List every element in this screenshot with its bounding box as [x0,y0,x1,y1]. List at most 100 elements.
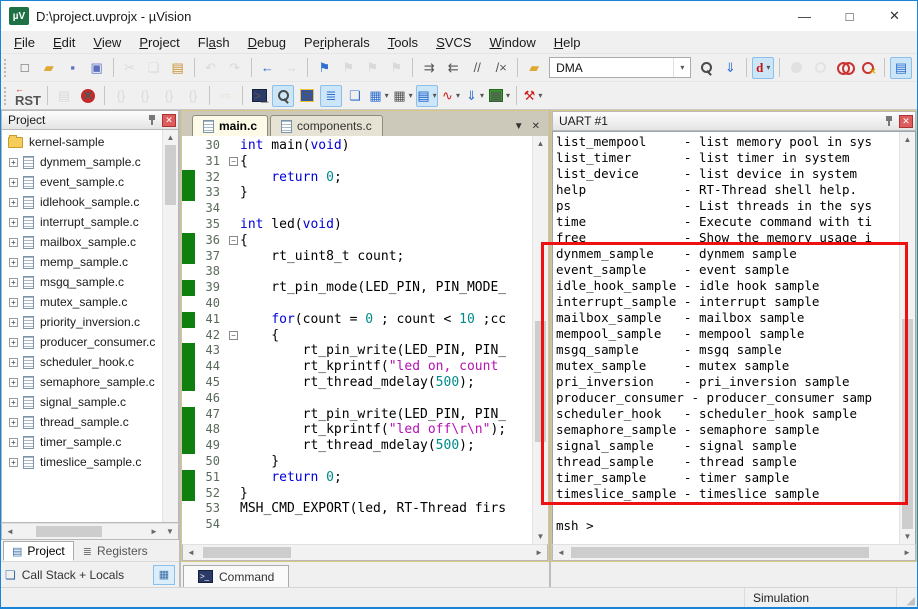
fold-collapse-icon[interactable]: − [229,236,238,246]
expand-icon[interactable]: + [9,217,18,227]
menu-peripherals[interactable]: Peripherals [295,32,379,53]
tree-item-semaphore_sample-c[interactable]: + semaphore_sample.c [2,372,162,392]
save-all-icon[interactable]: ▣ [86,57,108,79]
run-to-line-icon[interactable]: {} [182,85,204,107]
open-file-icon[interactable]: ▰ [38,57,60,79]
copy-icon[interactable]: ❏ [143,57,165,79]
trace-window-icon[interactable]: ⇓ ▾ [464,85,486,107]
scroll-right-icon[interactable]: ► [531,545,547,560]
find-files-folder-icon[interactable]: ▰ [523,57,545,79]
new-file-icon[interactable]: □ [14,57,36,79]
scroll-down-icon[interactable]: ▼ [162,524,178,539]
scroll-thumb[interactable] [165,145,176,205]
navigate-forward-icon[interactable]: → [280,57,302,79]
logic-analyzer-icon[interactable]: ∿ ▾ [440,85,462,107]
fold-collapse-icon[interactable]: − [229,330,238,340]
scroll-up-icon[interactable]: ▲ [163,130,178,145]
tree-item-timeslice_sample-c[interactable]: + timeslice_sample.c [2,452,162,472]
uart-terminal[interactable]: list_mempool - list memory pool in sys li… [552,131,916,544]
tab-project[interactable]: ▤ Project [3,541,74,561]
command-window-icon[interactable] [248,85,270,107]
menu-file[interactable]: File [5,32,44,53]
project-vertical-scrollbar[interactable]: ▲ [162,130,178,522]
save-file-icon[interactable]: ▪ [62,57,84,79]
menu-svcs[interactable]: SVCS [427,32,480,53]
comment-icon[interactable]: // [466,57,488,79]
find-next-icon[interactable]: ⇓ [719,57,741,79]
undo-icon[interactable]: ↶ [200,57,222,79]
scroll-thumb[interactable] [571,547,869,558]
tree-item-mailbox_sample-c[interactable]: + mailbox_sample.c [2,232,162,252]
scroll-up-icon[interactable]: ▲ [533,136,548,151]
expand-icon[interactable]: + [9,337,18,347]
doc-tab-main-c[interactable]: main.c [192,115,269,136]
expand-icon[interactable]: + [9,437,18,447]
menu-help[interactable]: Help [545,32,590,53]
bookmark-clear-icon[interactable]: ⚑ [385,57,407,79]
disable-all-breakpoints-icon[interactable] [833,57,855,79]
callstack-bar[interactable]: ❏ Call Stack + Locals ▦ [1,562,179,587]
editor-horizontal-scrollbar[interactable]: ◄ ► [182,544,548,561]
pin-icon[interactable] [883,115,895,127]
redo-icon[interactable]: ↷ [224,57,246,79]
expand-icon[interactable]: + [9,257,18,267]
menu-flash[interactable]: Flash [189,32,239,53]
quick-find-icon[interactable]: d ▾ [752,56,775,79]
close-panel-icon[interactable]: ✕ [162,113,176,127]
doc-tab-components-c[interactable]: components.c [270,115,383,136]
kill-all-breakpoints-icon[interactable] [857,57,879,79]
show-next-statement-icon[interactable]: ▤ [53,85,75,107]
tab-list-dropdown-icon[interactable]: ▼ [514,121,524,132]
memory-window-icon[interactable]: ▦ ▾ [392,85,414,107]
menu-edit[interactable]: Edit [44,32,84,53]
tree-item-scheduler_hook-c[interactable]: + scheduler_hook.c [2,352,162,372]
close-panel-icon[interactable]: ✕ [899,114,913,128]
close-document-icon[interactable]: ✕ [532,121,540,132]
maximize-button[interactable]: □ [827,2,872,31]
expand-icon[interactable]: + [9,157,18,167]
menu-project[interactable]: Project [130,32,188,53]
insert-breakpoint-icon[interactable] [785,57,807,79]
tree-root[interactable]: kernel-sample [2,132,162,152]
serial-window-icon[interactable]: ▤ ▾ [416,84,438,107]
scroll-right-icon[interactable]: ► [899,545,915,560]
search-dropdown-icon[interactable]: ▾ [673,58,690,77]
memory-window-icon[interactable]: ▦ [153,564,175,585]
scroll-thumb[interactable] [535,321,546,443]
menu-debug[interactable]: Debug [239,32,295,53]
menu-window[interactable]: Window [480,32,544,53]
run-icon[interactable]: ⇨ [215,85,237,107]
indent-icon[interactable]: ⇉ [418,57,440,79]
tree-item-mutex_sample-c[interactable]: + mutex_sample.c [2,292,162,312]
uncomment-icon[interactable]: /× [490,57,512,79]
expand-icon[interactable]: + [9,357,18,367]
expand-icon[interactable]: + [9,397,18,407]
cut-icon[interactable]: ✂ [119,57,141,79]
bookmark-flag-icon[interactable]: ⚑ [313,57,335,79]
project-horizontal-scrollbar[interactable]: ◄ ► ▼ [1,523,179,540]
tree-item-dynmem_sample-c[interactable]: + dynmem_sample.c [2,152,162,172]
bookmark-prev-icon[interactable]: ⚑ [361,57,383,79]
menu-tools[interactable]: Tools [379,32,427,53]
close-button[interactable]: ✕ [872,2,917,31]
expand-icon[interactable]: + [9,297,18,307]
registers-window-icon[interactable]: ≣ [320,84,342,107]
fold-collapse-icon[interactable]: − [229,157,238,167]
tree-item-event_sample-c[interactable]: + event_sample.c [2,172,162,192]
scroll-thumb[interactable] [902,318,913,529]
expand-icon[interactable]: + [9,457,18,467]
step-into-icon[interactable]: {} [110,85,132,107]
tree-item-timer_sample-c[interactable]: + timer_sample.c [2,432,162,452]
disassembly-window-icon[interactable] [272,84,294,107]
resize-grip[interactable]: ◢ [897,588,917,607]
tree-item-priority_inversion-c[interactable]: + priority_inversion.c [2,312,162,332]
search-document-icon[interactable] [695,57,717,79]
scroll-up-icon[interactable]: ▲ [900,132,915,147]
pin-icon[interactable] [146,114,158,126]
tree-item-thread_sample-c[interactable]: + thread_sample.c [2,412,162,432]
tree-item-producer_consumer-c[interactable]: + producer_consumer.c [2,332,162,352]
scroll-right-icon[interactable]: ► [146,524,162,539]
tree-item-interrupt_sample-c[interactable]: + interrupt_sample.c [2,212,162,232]
tab-command[interactable]: Command [183,565,290,587]
system-viewer-icon[interactable]: ▦ ▾ [488,85,511,107]
